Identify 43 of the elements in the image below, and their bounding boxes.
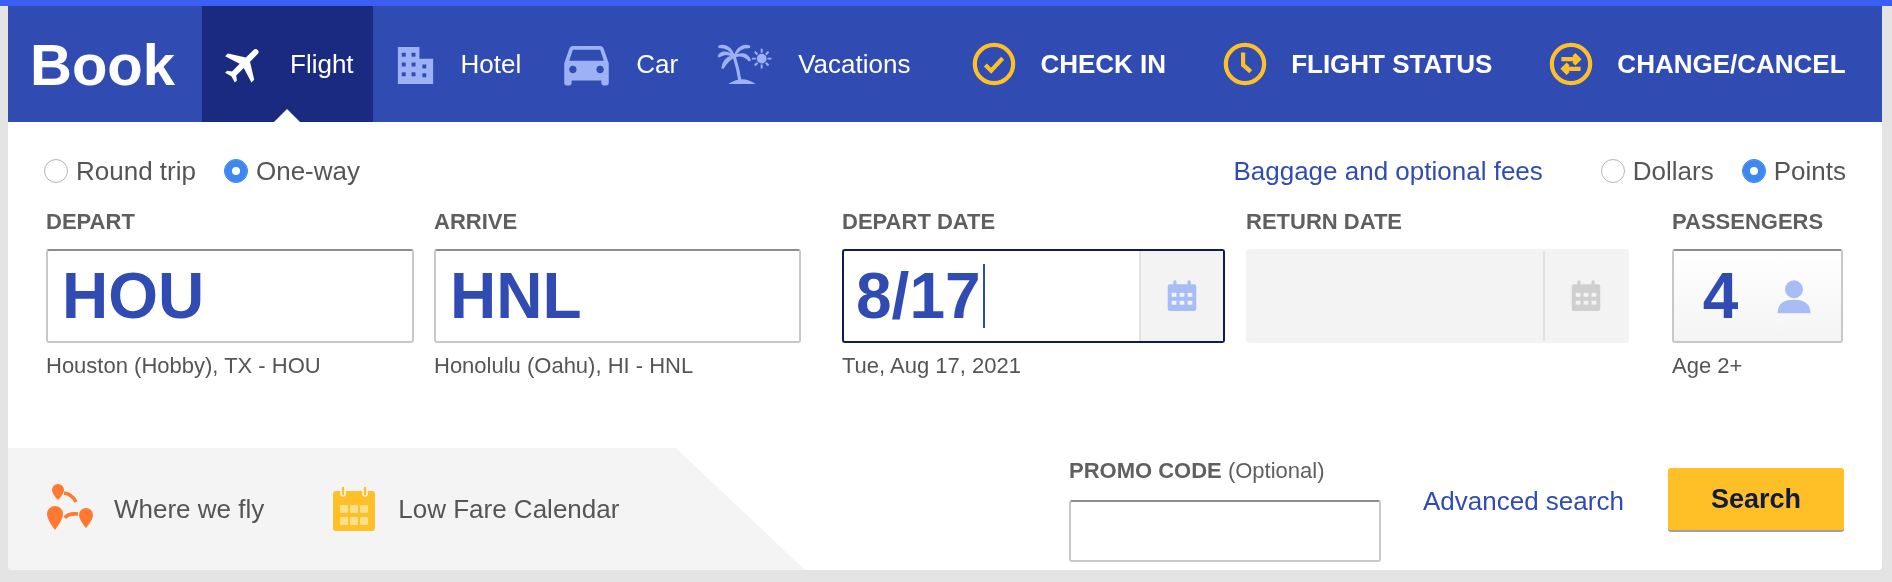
swap-arrows-icon <box>1548 41 1595 87</box>
field-hint: Honolulu (Oahu), HI - HNL <box>434 353 694 379</box>
field-hint: Age 2+ <box>1672 353 1743 379</box>
nav-tab[interactable]: Flight <box>202 6 373 122</box>
field-label: PASSENGERS <box>1672 209 1824 234</box>
clock-icon <box>1222 41 1269 87</box>
promo-code-field[interactable] <box>1069 500 1381 562</box>
airport-field[interactable]: HOU <box>46 249 414 343</box>
baggage-fees-link[interactable]: Baggage and optional fees <box>1233 155 1543 187</box>
quick-link[interactable]: Low Fare Calendar <box>330 485 620 533</box>
date-field[interactable]: 8/17 <box>842 249 1225 343</box>
nav-link[interactable]: CHANGE/CANCEL <box>1548 41 1846 87</box>
advanced-search-link[interactable]: Advanced search <box>1423 486 1624 516</box>
passenger-selector[interactable]: 4 <box>1672 249 1843 343</box>
check-circle-icon <box>971 41 1018 87</box>
nav-tab[interactable]: Car <box>540 6 698 122</box>
radio-button[interactable] <box>223 159 248 183</box>
field-hint: Tue, Aug 17, 2021 <box>842 353 1021 379</box>
radio-label[interactable]: One-way <box>255 155 360 187</box>
field-label: ARRIVE <box>434 209 518 234</box>
nav-tab[interactable]: Hotel <box>372 6 541 122</box>
nav-tab[interactable]: Vacations <box>697 6 930 122</box>
radio-label[interactable]: Dollars <box>1632 155 1714 187</box>
nav-link[interactable]: CHECK IN <box>971 41 1167 87</box>
airport-field[interactable]: HNL <box>434 249 801 343</box>
search-button[interactable]: Search <box>1667 468 1844 532</box>
field-label: PROMO CODE (Optional) <box>1069 458 1325 484</box>
field-label: DEPART <box>46 209 135 234</box>
radio-button[interactable] <box>1600 159 1625 183</box>
field-hint: Houston (Hobby), TX - HOU <box>46 353 321 379</box>
tab-pointer <box>274 109 301 122</box>
text-cursor <box>982 264 985 328</box>
radio-label[interactable]: Round trip <box>76 155 196 187</box>
radio-label[interactable]: Points <box>1773 155 1846 187</box>
person-icon <box>1776 277 1813 315</box>
quick-link[interactable]: Where we fly <box>46 482 265 536</box>
field-label: RETURN DATE <box>1246 209 1403 234</box>
section-title: Book <box>29 30 176 99</box>
nav-link[interactable]: FLIGHT STATUS <box>1222 41 1493 87</box>
field-label: DEPART DATE <box>842 209 996 234</box>
calendar-button[interactable] <box>1139 251 1223 341</box>
radio-button[interactable] <box>44 159 68 183</box>
radio-button[interactable] <box>1741 159 1766 183</box>
